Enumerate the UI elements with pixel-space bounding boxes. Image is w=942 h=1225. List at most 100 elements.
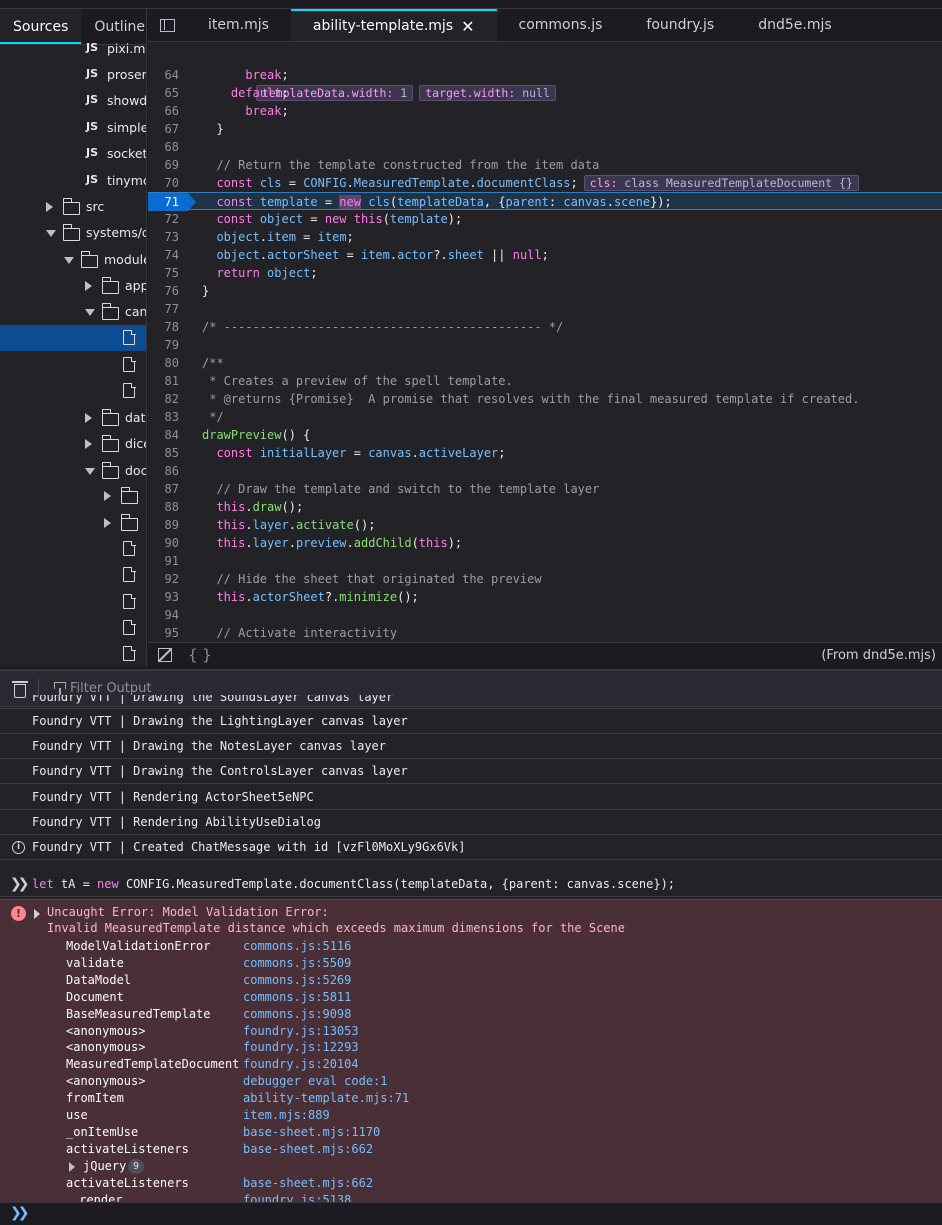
stack-frame[interactable]: <anonymous> foundry.js:12293 bbox=[0, 1039, 942, 1056]
line-number[interactable]: 65 bbox=[148, 84, 179, 102]
stack-frame[interactable]: validate commons.js:5509 bbox=[0, 955, 942, 972]
tab-dnd5e-mjs[interactable]: dnd5e.mjs bbox=[736, 9, 853, 41]
tree-file[interactable] bbox=[0, 536, 146, 562]
frame-location-link[interactable]: commons.js:5509 bbox=[243, 955, 351, 972]
line-number[interactable]: 85 bbox=[148, 444, 179, 462]
line-number[interactable]: 74 bbox=[148, 246, 179, 264]
chevron-right-icon[interactable] bbox=[104, 491, 111, 501]
stack-frame[interactable]: MeasuredTemplateDocument foundry.js:20104 bbox=[0, 1056, 942, 1073]
frame-location-link[interactable]: base-sheet.mjs:662 bbox=[243, 1175, 373, 1192]
stack-frame-group[interactable]: jQuery 9 bbox=[0, 1158, 942, 1175]
frame-location-link[interactable]: base-sheet.mjs:662 bbox=[243, 1141, 373, 1158]
tree-folder[interactable]: module bbox=[0, 247, 146, 273]
line-number[interactable]: 83 bbox=[148, 408, 179, 426]
line-number[interactable]: 84 bbox=[148, 426, 179, 444]
tree-file[interactable]: JS socket. bbox=[0, 141, 146, 167]
code-view[interactable]: templateData.width: 1 target.width: null … bbox=[148, 42, 942, 642]
console-input[interactable]: ❯❯ bbox=[0, 1202, 942, 1225]
stack-frame[interactable]: ModelValidationError commons.js:5116 bbox=[0, 938, 942, 955]
tree-folder[interactable] bbox=[0, 483, 146, 509]
line-number[interactable]: 72 bbox=[148, 210, 179, 228]
tab-foundry-js[interactable]: foundry.js bbox=[624, 9, 736, 41]
tree-folder[interactable]: can bbox=[0, 299, 146, 325]
frame-location-link[interactable]: commons.js:5116 bbox=[243, 938, 351, 955]
tree-file[interactable] bbox=[0, 615, 146, 641]
line-number[interactable]: 64 bbox=[148, 66, 179, 84]
frame-location-link[interactable]: commons.js:9098 bbox=[243, 1006, 351, 1023]
tree-file[interactable]: JS simple bbox=[0, 115, 146, 141]
stack-frame[interactable]: activateListeners base-sheet.mjs:662 bbox=[0, 1175, 942, 1192]
chevron-down-icon[interactable] bbox=[85, 309, 95, 316]
frame-location-link[interactable]: ability-template.mjs:71 bbox=[243, 1090, 409, 1107]
line-number[interactable]: 89 bbox=[148, 516, 179, 534]
tree-file[interactable] bbox=[0, 641, 146, 667]
tree-file[interactable]: JS showdo bbox=[0, 88, 146, 114]
stack-frame[interactable]: _onItemUse base-sheet.mjs:1170 bbox=[0, 1124, 942, 1141]
chevron-right-icon[interactable] bbox=[85, 281, 92, 291]
tree-folder[interactable]: systems/d bbox=[0, 220, 146, 246]
line-number[interactable]: 79 bbox=[148, 336, 179, 354]
chevron-down-icon[interactable] bbox=[46, 230, 56, 237]
frame-location-link[interactable]: foundry.js:12293 bbox=[243, 1039, 359, 1056]
disable-breakpoints-icon[interactable] bbox=[158, 648, 172, 662]
line-number[interactable]: 93 bbox=[148, 588, 179, 606]
line-number[interactable]: 86 bbox=[148, 462, 179, 480]
chevron-right-icon[interactable] bbox=[69, 1161, 75, 1172]
stack-frame[interactable]: Document commons.js:5811 bbox=[0, 989, 942, 1006]
expand-error-icon[interactable] bbox=[34, 909, 40, 919]
chevron-right-icon[interactable] bbox=[46, 202, 53, 212]
line-number[interactable]: 81 bbox=[148, 372, 179, 390]
frame-location-link[interactable]: debugger eval code:1 bbox=[243, 1073, 388, 1090]
stack-frame[interactable]: fromItem ability-template.mjs:71 bbox=[0, 1090, 942, 1107]
frame-location-link[interactable]: commons.js:5811 bbox=[243, 989, 351, 1006]
frame-location-link[interactable]: base-sheet.mjs:1170 bbox=[243, 1124, 380, 1141]
tree-file[interactable] bbox=[0, 352, 146, 378]
tree-folder[interactable] bbox=[0, 510, 146, 536]
line-number[interactable]: 75 bbox=[148, 264, 179, 282]
tree-file[interactable]: JS tinymc bbox=[0, 168, 146, 194]
stack-frame[interactable]: DataModel commons.js:5269 bbox=[0, 972, 942, 989]
tree-file[interactable]: JS prosem bbox=[0, 62, 146, 88]
stack-frame[interactable]: <anonymous> foundry.js:13053 bbox=[0, 1023, 942, 1040]
tree-folder[interactable]: dat bbox=[0, 405, 146, 431]
toggle-sidebar-button[interactable] bbox=[148, 9, 186, 41]
line-number[interactable]: 73 bbox=[148, 228, 179, 246]
line-number[interactable]: 90 bbox=[148, 534, 179, 552]
frame-location-link[interactable]: item.mjs:889 bbox=[243, 1107, 330, 1124]
line-number[interactable]: 71 bbox=[148, 193, 179, 211]
chevron-right-icon[interactable] bbox=[85, 413, 92, 423]
tree-folder[interactable]: src bbox=[0, 194, 146, 220]
line-number[interactable]: 76 bbox=[148, 282, 179, 300]
tree-file[interactable] bbox=[0, 378, 146, 404]
tab-commons-js[interactable]: commons.js bbox=[497, 9, 625, 41]
chevron-down-icon[interactable] bbox=[64, 257, 74, 264]
close-icon[interactable]: ✕ bbox=[461, 17, 474, 36]
tree-file[interactable] bbox=[0, 325, 146, 351]
tab-item-mjs[interactable]: item.mjs bbox=[186, 9, 291, 41]
frame-location-link[interactable]: foundry.js:20104 bbox=[243, 1056, 359, 1073]
line-number[interactable]: 80 bbox=[148, 354, 179, 372]
line-number[interactable]: 78 bbox=[148, 318, 179, 336]
frame-location-link[interactable]: foundry.js:13053 bbox=[243, 1023, 359, 1040]
line-number[interactable]: 70 bbox=[148, 174, 179, 192]
tab-ability-template-mjs[interactable]: ability-template.mjs ✕ bbox=[290, 9, 497, 41]
filter-output-input[interactable]: Filter Output bbox=[70, 681, 152, 696]
chevron-right-icon[interactable] bbox=[104, 518, 111, 528]
line-number[interactable]: 91 bbox=[148, 552, 179, 570]
tree-folder[interactable]: dice bbox=[0, 431, 146, 457]
stack-frame[interactable]: BaseMeasuredTemplate commons.js:9098 bbox=[0, 1006, 942, 1023]
pretty-print-button[interactable]: { } bbox=[188, 646, 212, 664]
frame-location-link[interactable]: commons.js:5269 bbox=[243, 972, 351, 989]
stack-frame[interactable]: use item.mjs:889 bbox=[0, 1107, 942, 1124]
line-number[interactable]: 69 bbox=[148, 156, 179, 174]
line-number[interactable]: 66 bbox=[148, 102, 179, 120]
chevron-right-icon[interactable] bbox=[85, 439, 92, 449]
line-number[interactable]: 77 bbox=[148, 300, 179, 318]
tree-folder[interactable]: app bbox=[0, 273, 146, 299]
tree-file[interactable] bbox=[0, 589, 146, 615]
line-number[interactable]: 67 bbox=[148, 120, 179, 138]
tree-file[interactable]: JS pixi.min bbox=[0, 36, 146, 62]
chevron-down-icon[interactable] bbox=[85, 468, 95, 475]
stack-frame[interactable]: activateListeners base-sheet.mjs:662 bbox=[0, 1141, 942, 1158]
line-number[interactable]: 87 bbox=[148, 480, 179, 498]
